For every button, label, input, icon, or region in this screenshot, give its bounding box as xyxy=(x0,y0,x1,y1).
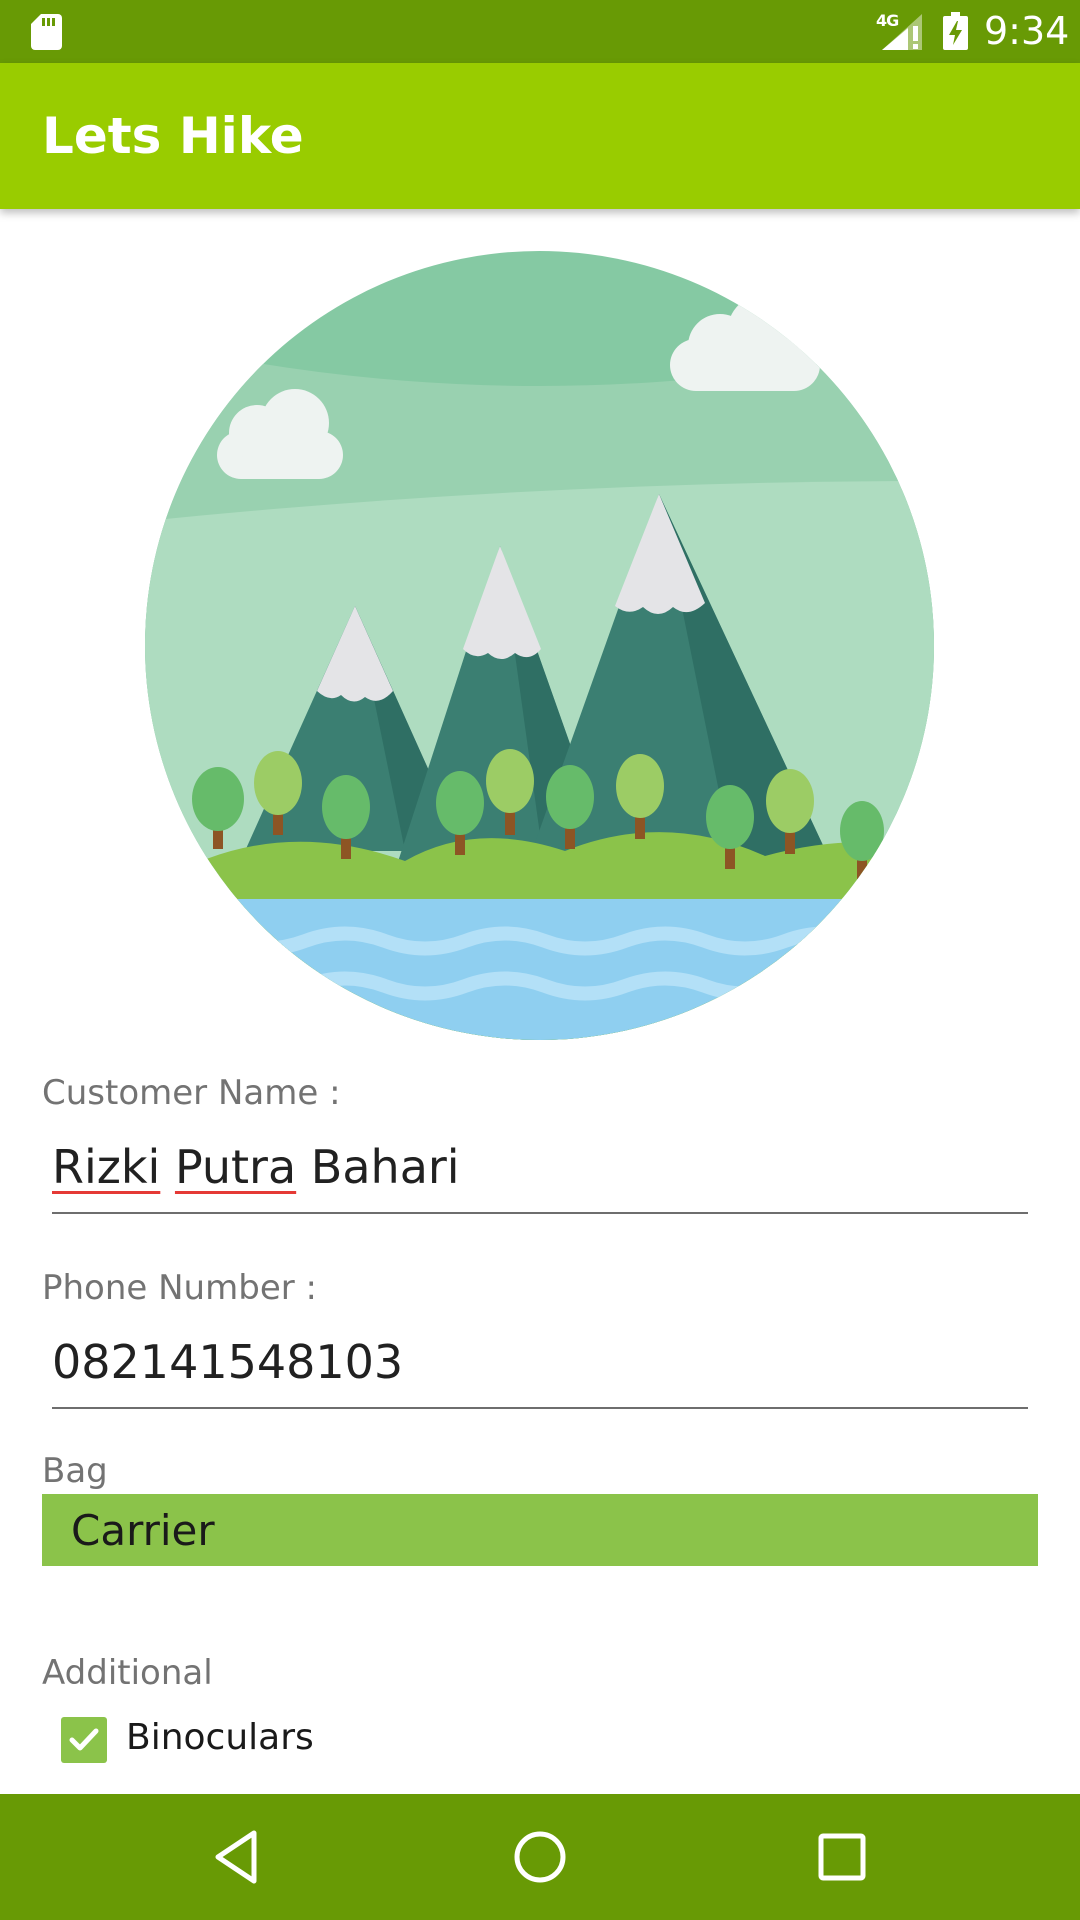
checkmark-icon xyxy=(69,1728,99,1751)
additional-label: Additional xyxy=(42,1653,213,1693)
clock: 9:34 xyxy=(984,9,1070,53)
status-bar: 4G 9:34 xyxy=(0,0,1080,63)
phone-number-label: Phone Number : xyxy=(42,1268,317,1308)
app-bar: Lets Hike xyxy=(0,63,1080,209)
binoculars-label[interactable]: Binoculars xyxy=(126,1717,314,1758)
customer-name-input[interactable]: Rizki Putra Bahari xyxy=(52,1140,1028,1214)
navigation-bar xyxy=(0,1794,1080,1920)
app-title: Lets Hike xyxy=(42,107,304,165)
bag-label: Bag xyxy=(42,1451,108,1491)
phone-number-input[interactable]: 082141548103 xyxy=(52,1335,1028,1409)
customer-name-word-2: Putra xyxy=(174,1140,297,1194)
mountain-landscape-illustration xyxy=(145,251,934,1040)
bag-selected-value: Carrier xyxy=(71,1506,215,1555)
back-icon[interactable] xyxy=(206,1827,266,1887)
sd-card-icon xyxy=(31,14,62,50)
bag-spinner[interactable]: Carrier xyxy=(42,1494,1038,1566)
binoculars-checkbox[interactable] xyxy=(61,1717,107,1763)
home-icon[interactable] xyxy=(510,1827,570,1887)
customer-name-label: Customer Name : xyxy=(42,1073,341,1113)
recents-icon[interactable] xyxy=(812,1827,872,1887)
customer-name-word-3: Bahari xyxy=(310,1140,460,1194)
battery-charging-icon xyxy=(943,12,968,50)
customer-name-word-1: Rizki xyxy=(52,1140,161,1194)
signal-icon xyxy=(882,14,922,50)
